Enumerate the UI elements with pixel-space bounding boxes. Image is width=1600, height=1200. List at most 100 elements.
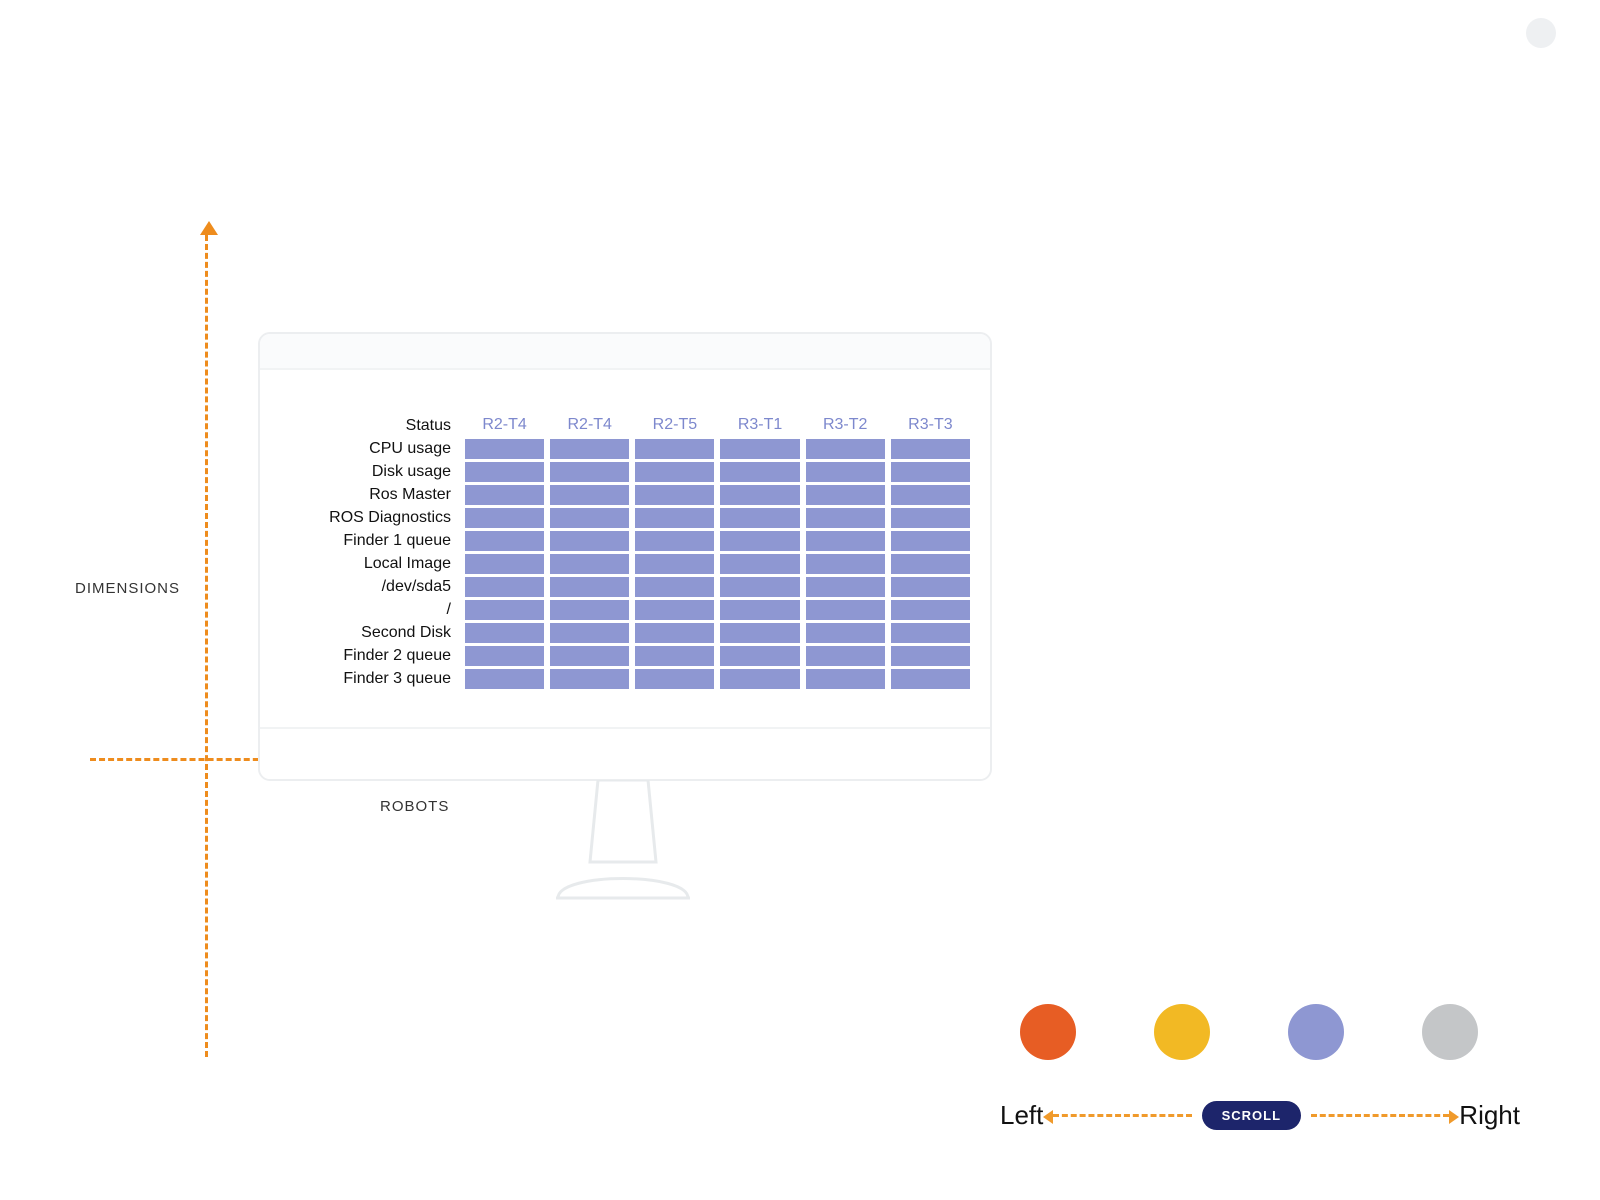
status-cell[interactable] — [891, 577, 970, 597]
status-cell[interactable] — [720, 600, 799, 620]
status-cell[interactable] — [720, 485, 799, 505]
status-cell[interactable] — [720, 462, 799, 482]
status-cell[interactable] — [465, 577, 544, 597]
column-header[interactable]: R3-T3 — [891, 415, 970, 436]
status-cell[interactable] — [635, 485, 714, 505]
status-cell[interactable] — [550, 485, 629, 505]
status-cell[interactable] — [465, 508, 544, 528]
status-cell[interactable] — [806, 439, 885, 459]
status-cell[interactable] — [635, 577, 714, 597]
table-row: / — [280, 600, 970, 620]
status-cell[interactable] — [550, 646, 629, 666]
status-cell[interactable] — [891, 508, 970, 528]
status-cell[interactable] — [806, 531, 885, 551]
status-cell[interactable] — [806, 462, 885, 482]
status-cell[interactable] — [465, 462, 544, 482]
status-cell[interactable] — [550, 439, 629, 459]
status-cell[interactable] — [465, 646, 544, 666]
status-cell[interactable] — [550, 462, 629, 482]
status-cell[interactable] — [806, 577, 885, 597]
status-cell[interactable] — [635, 600, 714, 620]
row-header: Disk usage — [280, 462, 459, 482]
table-row: Finder 3 queue — [280, 669, 970, 689]
status-cell[interactable] — [550, 554, 629, 574]
monitor-topbar — [260, 334, 990, 370]
status-cell[interactable] — [635, 462, 714, 482]
status-cell[interactable] — [465, 485, 544, 505]
status-cell[interactable] — [635, 508, 714, 528]
column-header[interactable]: R3-T1 — [720, 415, 799, 436]
scroll-left-label: Left — [1000, 1100, 1043, 1131]
row-header: / — [280, 600, 459, 620]
scroll-right-label: Right — [1459, 1100, 1520, 1131]
monitor-frame: Status R2-T4 R2-T4 R2-T5 R3-T1 R3-T2 R3-T3 CP… — [258, 332, 992, 781]
x-axis-label: ROBOTS — [380, 798, 449, 815]
status-cell[interactable] — [806, 508, 885, 528]
monitor-bottombar — [260, 727, 990, 779]
row-header: Finder 1 queue — [280, 531, 459, 551]
scroll-pill[interactable]: SCROLL — [1202, 1101, 1301, 1130]
palette-swatch-offline[interactable] — [1422, 1004, 1478, 1060]
status-cell[interactable] — [465, 531, 544, 551]
status-cell[interactable] — [635, 646, 714, 666]
status-cell[interactable] — [720, 531, 799, 551]
decorative-dot — [1526, 18, 1556, 48]
status-cell[interactable] — [635, 554, 714, 574]
status-cell[interactable] — [550, 577, 629, 597]
status-cell[interactable] — [891, 646, 970, 666]
status-cell[interactable] — [891, 669, 970, 689]
status-cell[interactable] — [891, 485, 970, 505]
status-cell[interactable] — [891, 600, 970, 620]
palette-swatch-warning[interactable] — [1154, 1004, 1210, 1060]
table-row: CPU usage — [280, 439, 970, 459]
y-axis — [205, 235, 208, 1057]
status-cell[interactable] — [635, 669, 714, 689]
status-cell[interactable] — [891, 623, 970, 643]
scroll-axis-left — [1053, 1114, 1191, 1117]
status-cell[interactable] — [806, 485, 885, 505]
status-cell[interactable] — [806, 600, 885, 620]
status-cell[interactable] — [891, 554, 970, 574]
status-cell[interactable] — [806, 646, 885, 666]
status-cell[interactable] — [720, 508, 799, 528]
status-cell[interactable] — [550, 623, 629, 643]
column-header[interactable]: R3-T2 — [806, 415, 885, 436]
status-cell[interactable] — [720, 577, 799, 597]
arrow-up-icon — [200, 221, 218, 235]
status-cell[interactable] — [720, 554, 799, 574]
status-cell[interactable] — [891, 462, 970, 482]
status-cell[interactable] — [465, 554, 544, 574]
status-cell[interactable] — [465, 623, 544, 643]
column-header[interactable]: R2-T4 — [465, 415, 544, 436]
status-cell[interactable] — [550, 600, 629, 620]
status-cell[interactable] — [635, 439, 714, 459]
status-cell[interactable] — [806, 669, 885, 689]
status-cell[interactable] — [465, 600, 544, 620]
status-cell[interactable] — [891, 531, 970, 551]
row-header: Local Image — [280, 554, 459, 574]
status-header: Status — [280, 415, 459, 436]
column-header[interactable]: R2-T4 — [550, 415, 629, 436]
status-cell[interactable] — [635, 531, 714, 551]
palette-swatch-error[interactable] — [1020, 1004, 1076, 1060]
table-row: ROS Diagnostics — [280, 508, 970, 528]
row-header: /dev/sda5 — [280, 577, 459, 597]
status-cell[interactable] — [465, 439, 544, 459]
status-cell[interactable] — [720, 646, 799, 666]
column-header[interactable]: R2-T5 — [635, 415, 714, 436]
status-cell[interactable] — [635, 623, 714, 643]
status-cell[interactable] — [720, 669, 799, 689]
row-header: CPU usage — [280, 439, 459, 459]
status-cell[interactable] — [720, 623, 799, 643]
status-cell[interactable] — [806, 623, 885, 643]
status-cell[interactable] — [465, 669, 544, 689]
row-header: Finder 2 queue — [280, 646, 459, 666]
status-cell[interactable] — [806, 554, 885, 574]
status-cell[interactable] — [550, 508, 629, 528]
table-row: Finder 1 queue — [280, 531, 970, 551]
palette-swatch-ok[interactable] — [1288, 1004, 1344, 1060]
status-cell[interactable] — [891, 439, 970, 459]
status-cell[interactable] — [720, 439, 799, 459]
status-cell[interactable] — [550, 531, 629, 551]
status-cell[interactable] — [550, 669, 629, 689]
